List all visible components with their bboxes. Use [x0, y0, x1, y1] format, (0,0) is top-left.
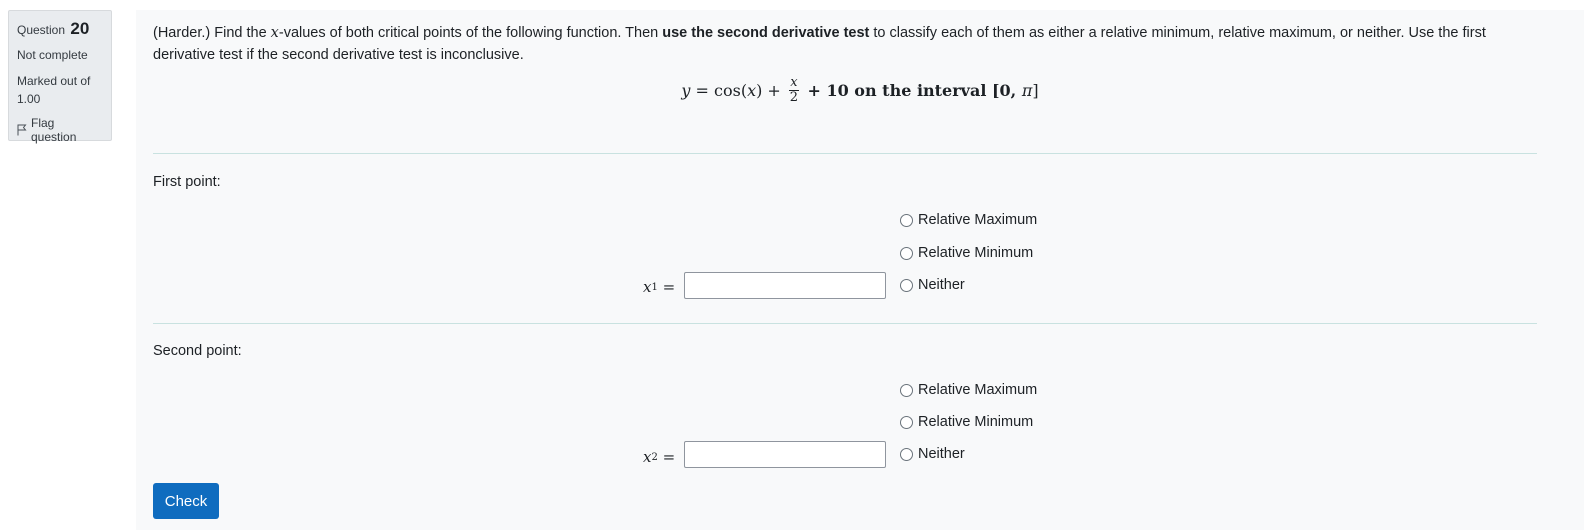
question-content: (Harder.) Find the x-values of both crit…: [136, 10, 1584, 530]
function-formula: y = cos( x ) + x 2 + 10 on the interval …: [136, 76, 1584, 105]
radio-icon: [900, 246, 913, 260]
radio-icon: [900, 213, 913, 227]
divider: [153, 153, 1537, 154]
second-relative-minimum-radio[interactable]: Relative Minimum: [900, 414, 1033, 430]
grade-line-2: 1.00: [17, 92, 41, 106]
question-text-part: (Harder.) Find the: [153, 25, 271, 41]
radio-icon: [900, 415, 913, 429]
first-relative-minimum-radio[interactable]: Relative Minimum: [900, 245, 1033, 261]
fraction-numerator: x: [790, 75, 798, 90]
formula-tail: + 10 on the interval [0,: [801, 81, 1022, 100]
first-relative-maximum-radio[interactable]: Relative Maximum: [900, 212, 1037, 228]
second-neither-radio[interactable]: Neither: [900, 446, 965, 462]
second-point-label: Second point:: [153, 343, 242, 359]
formula-cos: = cos(: [690, 81, 748, 100]
x1-label: x1 =: [643, 274, 675, 300]
x1-var: x: [643, 278, 652, 296]
question-text: (Harder.) Find the x-values of both crit…: [153, 22, 1533, 66]
radio-label: Relative Minimum: [918, 245, 1034, 261]
question-text-variable: x: [270, 25, 279, 41]
flag-question-label: Flag question: [31, 116, 77, 144]
radio-icon: [900, 447, 913, 461]
radio-label: Relative Minimum: [918, 414, 1034, 430]
question-text-emphasis: use the second derivative test: [662, 25, 870, 41]
question-grade: Marked out of 1.00: [17, 72, 103, 108]
x2-label: x2 =: [643, 444, 675, 470]
radio-label: Relative Maximum: [918, 212, 1038, 228]
question-label: Question: [17, 23, 66, 37]
question-text-part: -values of both critical points of the f…: [278, 25, 663, 41]
first-point-label: First point:: [153, 174, 221, 190]
grade-line-1: Marked out of: [17, 74, 91, 88]
first-neither-radio[interactable]: Neither: [900, 277, 965, 293]
second-relative-maximum-radio[interactable]: Relative Maximum: [900, 382, 1037, 398]
flag-question-button[interactable]: Flag question: [17, 116, 103, 144]
divider: [153, 323, 1537, 324]
check-button[interactable]: Check: [153, 483, 219, 519]
formula-lhs: y: [681, 81, 691, 100]
formula-fraction: x 2: [788, 75, 799, 105]
x2-eq: =: [657, 448, 676, 466]
formula-arg: x: [747, 81, 757, 100]
radio-icon: [900, 278, 913, 292]
radio-icon: [900, 383, 913, 397]
question-state: Not complete: [17, 48, 88, 62]
formula-end: ]: [1032, 81, 1039, 100]
radio-label: Neither: [918, 277, 965, 293]
question-number: Question 20: [17, 19, 103, 39]
formula-plus: ) +: [756, 81, 786, 100]
formula-pi: π: [1021, 81, 1033, 100]
x1-eq: =: [657, 278, 676, 296]
fraction-denominator: 2: [789, 90, 799, 105]
radio-label: Relative Maximum: [918, 382, 1038, 398]
x2-answer-input[interactable]: [684, 441, 886, 468]
x2-var: x: [643, 448, 652, 466]
question-info-panel: Question 20 Not complete Marked out of 1…: [8, 10, 112, 144]
x1-answer-input[interactable]: [684, 272, 886, 299]
radio-label: Neither: [918, 446, 965, 462]
question-number-value: 20: [70, 19, 90, 38]
flag-icon: [17, 124, 27, 136]
